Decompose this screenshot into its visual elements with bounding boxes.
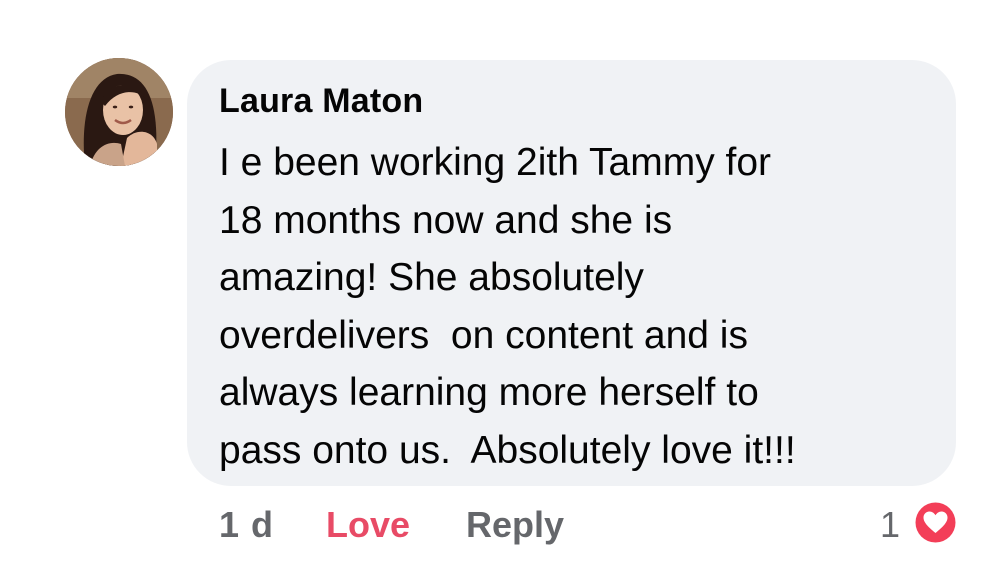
comment-timestamp[interactable]: 1 d <box>219 504 274 546</box>
comment-text-line: amazing! She absolutely <box>219 256 644 299</box>
comment-text-line: always learning more herself to <box>219 371 759 414</box>
comment-text-line: overdelivers on content and is <box>219 313 748 357</box>
comment-text-line: I e been working 2ith Tammy for <box>219 141 772 184</box>
comment-author[interactable]: Laura Maton <box>219 82 423 121</box>
previous-comment-fragment <box>494 0 554 4</box>
reaction-count[interactable]: 1 <box>880 504 900 546</box>
avatar[interactable] <box>65 58 173 166</box>
reply-button[interactable]: Reply <box>466 504 564 546</box>
comment-text-line: 18 months now and she is <box>219 198 673 242</box>
comment-actions: 1 d Love Reply 1 <box>0 500 987 550</box>
heart-icon[interactable] <box>913 500 958 545</box>
avatar-image <box>65 58 173 166</box>
love-button[interactable]: Love <box>326 504 410 546</box>
comment-bubble: Laura Maton I e been working 2ith Tammy … <box>187 60 956 486</box>
comment-text: I e been working 2ith Tammy for 18 month… <box>219 134 939 479</box>
comment-text-line: pass onto us. Absolutely love it!!! <box>219 428 796 472</box>
